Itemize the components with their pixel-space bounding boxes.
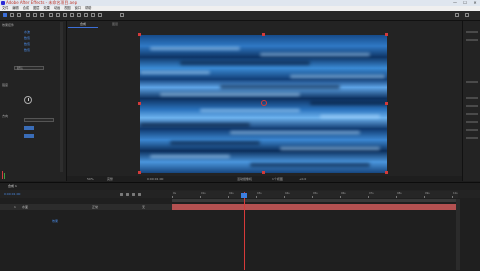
search-icon[interactable]	[465, 13, 469, 17]
ruler-tick	[396, 196, 397, 198]
app-icon	[1, 1, 5, 5]
pen-tool-icon[interactable]	[56, 13, 60, 17]
effect-value-1[interactable]: 数值	[24, 36, 30, 40]
panel-item[interactable]	[466, 113, 478, 115]
anchor-point-icon[interactable]	[261, 100, 267, 106]
ruler-label: 03s	[257, 192, 262, 195]
ruler-label: 02s	[229, 192, 234, 195]
preset-dropdown[interactable]: 默认	[14, 66, 44, 70]
transform-handle[interactable]	[262, 171, 265, 174]
ruler-label: 05s	[313, 192, 318, 195]
transform-handle[interactable]	[262, 33, 265, 36]
ruler-tick	[312, 196, 313, 198]
level-meter	[2, 171, 3, 179]
eraser-tool-icon[interactable]	[84, 13, 88, 17]
layer-name[interactable]: 水面	[22, 205, 28, 209]
ruler-tick	[228, 196, 229, 198]
panel-item[interactable]	[466, 97, 478, 99]
ruler-label: 07s	[369, 192, 374, 195]
ruler-tick	[368, 196, 369, 198]
brush-tool-icon[interactable]	[70, 13, 74, 17]
work-area-bar[interactable]	[172, 199, 458, 202]
panel-item[interactable]	[466, 105, 478, 107]
blend-mode-select[interactable]: 正常	[92, 205, 98, 209]
shy-icon[interactable]	[120, 193, 123, 196]
effects-link[interactable]: 效果	[52, 219, 58, 223]
zoom-tool-icon[interactable]	[17, 13, 21, 17]
section-label-2: 方向	[2, 114, 9, 118]
direction-dropdown[interactable]	[24, 118, 54, 122]
playhead[interactable]	[244, 192, 245, 270]
angle-dial-icon[interactable]	[24, 96, 32, 104]
ruler-tick	[172, 196, 173, 198]
text-tool-icon[interactable]	[63, 13, 67, 17]
transform-handle[interactable]	[138, 171, 141, 174]
ruler-label: 09s	[425, 192, 430, 195]
ruler-tick	[424, 196, 425, 198]
color-swatch[interactable]	[24, 126, 34, 130]
right-panel	[462, 21, 480, 181]
motion-blur-icon[interactable]	[132, 193, 135, 196]
left-panel-scrollbar[interactable]	[60, 22, 63, 172]
graph-editor-icon[interactable]	[138, 193, 141, 196]
panel-item[interactable]	[466, 129, 478, 131]
tab-layer[interactable]: 图层	[100, 21, 130, 27]
color-swatch-2[interactable]	[24, 134, 34, 138]
layer-duration-bar[interactable]	[172, 204, 456, 210]
panel-item[interactable]	[466, 121, 478, 123]
transform-handle[interactable]	[138, 102, 141, 105]
effect-value-2[interactable]: 数值	[24, 42, 30, 46]
timeline-scrollbar[interactable]	[456, 199, 460, 270]
transform-handle[interactable]	[385, 33, 388, 36]
ruler-tick	[284, 196, 285, 198]
preset-dropdown-value: 默认	[17, 66, 24, 70]
clone-tool-icon[interactable]	[77, 13, 81, 17]
time-ruler[interactable]: 0s 01s 02s 03s 04s 05s 06s 07s 08s 09s 10s	[172, 191, 458, 198]
layer-row[interactable]: 1 水面 正常 无	[0, 204, 172, 210]
effect-name[interactable]: 水波	[24, 30, 30, 34]
ruler-label: 08s	[397, 192, 402, 195]
panel-item[interactable]	[466, 39, 478, 41]
panel-item[interactable]	[466, 81, 478, 83]
selection-tool-icon[interactable]	[3, 13, 7, 17]
ruler-tick	[452, 196, 453, 198]
ruler-label: 04s	[285, 192, 290, 195]
panel-item[interactable]	[466, 31, 478, 33]
ruler-label: 01s	[201, 192, 206, 195]
roto-tool-icon[interactable]	[91, 13, 95, 17]
puppet-tool-icon[interactable]	[98, 13, 102, 17]
frame-blend-icon[interactable]	[126, 193, 129, 196]
panel-title: 效果控件	[2, 23, 15, 27]
transform-handle[interactable]	[385, 102, 388, 105]
layer-index: 1	[14, 205, 16, 209]
playhead-handle[interactable]	[241, 193, 247, 198]
effect-controls-panel: 效果控件 水波 数值 数值 数值 默认 强度 方向	[0, 21, 67, 181]
panel-item[interactable]	[466, 137, 478, 139]
ruler-tick	[200, 196, 201, 198]
rotate-tool-icon[interactable]	[26, 13, 30, 17]
level-meter-2	[4, 173, 5, 179]
transform-handle[interactable]	[138, 33, 141, 36]
ruler-label: 06s	[341, 192, 346, 195]
ruler-tick	[256, 196, 257, 198]
ruler-label: 0s	[173, 192, 177, 195]
section-label: 强度	[2, 83, 9, 87]
hand-tool-icon[interactable]	[10, 13, 14, 17]
camera-tool-icon[interactable]	[33, 13, 37, 17]
timeline-tab[interactable]: 合成 1	[8, 183, 42, 189]
effect-value-3[interactable]: 数值	[24, 48, 30, 52]
tab-composition[interactable]: 合成	[68, 21, 98, 28]
timecode[interactable]: 0:00:01:00	[4, 192, 20, 196]
workspace-icon[interactable]	[455, 13, 459, 17]
ruler-label: 10s	[453, 192, 458, 195]
toolbar	[0, 11, 480, 21]
snapping-icon[interactable]	[120, 13, 124, 17]
transform-handle[interactable]	[385, 171, 388, 174]
pan-behind-tool-icon[interactable]	[40, 13, 44, 17]
parent-select[interactable]: 无	[142, 205, 145, 209]
rectangle-tool-icon[interactable]	[49, 13, 53, 17]
ruler-tick	[340, 196, 341, 198]
